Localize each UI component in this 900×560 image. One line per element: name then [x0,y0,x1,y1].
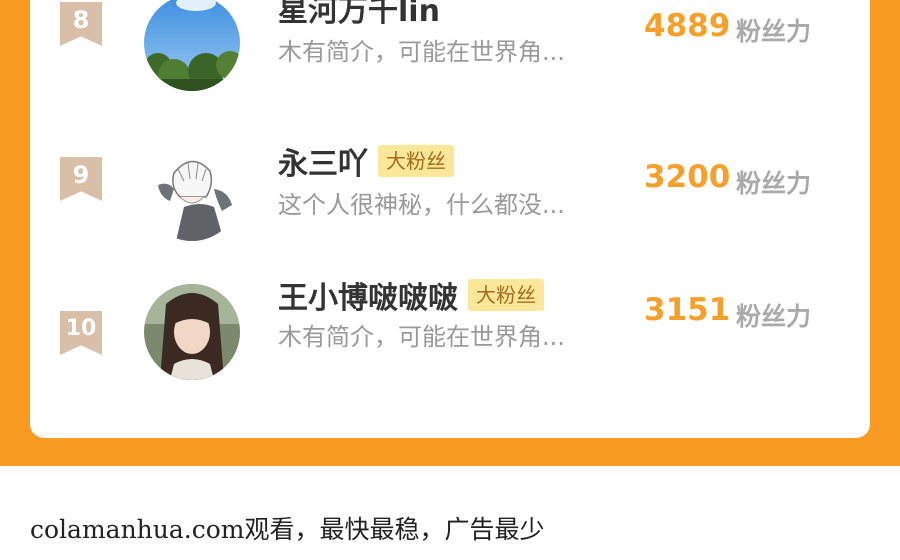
user-name[interactable]: 王小博啵啵啵 [278,273,458,317]
ranking-row[interactable]: 8 星河万千lin 木有简介，可能在世界角... 4889 粉丝力 [30,0,870,110]
user-intro: 这个人很神秘，什么都没... [278,191,565,219]
fan-ranking-card: 8 星河万千lin 木有简介，可能在世界角... 4889 粉丝力 9 永三吖 … [30,0,870,438]
fan-power-unit: 粉丝力 [736,169,812,198]
rank-flag: 10 [60,311,102,355]
avatar[interactable] [144,284,240,380]
watermark-footer: colamanhua.com观看，最快最稳，广告最少 [30,515,545,544]
anime-boy-avatar-icon [144,145,240,241]
avatar[interactable] [144,0,240,91]
user-name[interactable]: 永三吖 [278,139,368,183]
ranking-row[interactable]: 9 永三吖 大粉丝 这个人很神秘，什么都没... 3200 粉丝力 [30,145,870,265]
ranking-row[interactable]: 10 王小博啵啵啵 大粉丝 木有简介，可能在世界角... 3151 粉丝力 [30,279,870,419]
fan-power-unit: 粉丝力 [736,17,812,46]
big-fan-badge: 大粉丝 [378,145,454,177]
rank-flag: 8 [60,2,102,46]
fan-power-value: 3200 [644,159,731,195]
big-fan-badge: 大粉丝 [468,279,544,311]
girl-photo-avatar-icon [144,284,240,380]
user-intro: 木有简介，可能在世界角... [278,38,565,66]
fan-power-value: 3151 [644,292,731,328]
avatar[interactable] [144,145,240,241]
fan-power-value: 4889 [644,8,731,44]
rank-flag: 9 [60,157,102,201]
user-intro: 木有简介，可能在世界角... [278,323,565,351]
sky-trees-avatar-icon [144,0,240,91]
fan-power-unit: 粉丝力 [736,302,812,331]
user-name[interactable]: 星河万千lin [278,0,440,30]
